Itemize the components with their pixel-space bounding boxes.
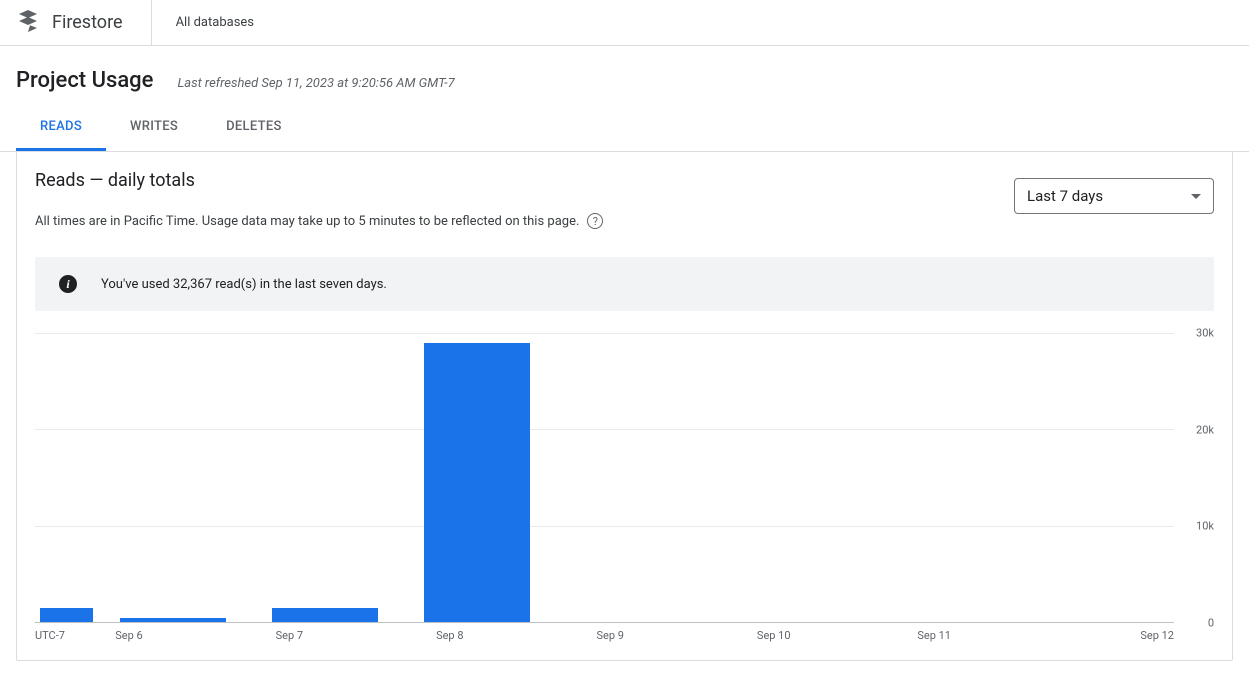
chart-x-tick: Sep 10 — [757, 629, 917, 642]
chart-bar-slot — [35, 333, 111, 622]
chart-bar-slot — [263, 333, 415, 622]
chart-y-tick: 10k — [1190, 520, 1214, 533]
card-title: Reads — daily totals — [35, 170, 1014, 191]
chart-x-tick: Sep 9 — [596, 629, 756, 642]
firestore-logo-icon — [16, 9, 40, 37]
chart-bar — [120, 618, 226, 622]
chart-x-tick: Sep 11 — [917, 629, 1077, 642]
chart-x-tick: Sep 12 — [1078, 629, 1174, 642]
chart-x-axis: UTC-7Sep 6Sep 7Sep 8Sep 9Sep 10Sep 11Sep… — [35, 629, 1214, 642]
chart-bar-slot — [567, 333, 719, 622]
chart-x-tick: Sep 6 — [115, 629, 275, 642]
chart-x-tick: Sep 7 — [276, 629, 436, 642]
chart-bar-slot — [415, 333, 567, 622]
chart-x-tick: Sep 8 — [436, 629, 596, 642]
info-icon: i — [59, 275, 77, 293]
reads-chart: 010k20k30k — [35, 333, 1214, 623]
page-title: Project Usage — [16, 68, 153, 93]
breadcrumb-all-databases[interactable]: All databases — [176, 15, 254, 30]
chart-bar — [272, 608, 378, 622]
time-range-label: Last 7 days — [1027, 187, 1103, 205]
usage-info-banner: i You've used 32,367 read(s) in the last… — [35, 257, 1214, 311]
chart-bar-slot — [1022, 333, 1174, 622]
usage-tabs: READS WRITES DELETES — [0, 119, 1249, 152]
usage-info-text: You've used 32,367 read(s) in the last s… — [101, 277, 387, 292]
app-header: Firestore All databases — [0, 0, 1249, 46]
chart-y-axis: 010k20k30k — [1174, 333, 1214, 623]
product-name: Firestore — [52, 12, 123, 33]
tab-reads[interactable]: READS — [16, 119, 106, 151]
chevron-down-icon — [1191, 194, 1201, 199]
tab-writes[interactable]: WRITES — [106, 119, 202, 151]
chart-y-tick: 30k — [1190, 327, 1214, 340]
chart-y-tick: 20k — [1190, 423, 1214, 436]
help-icon[interactable]: ? — [587, 213, 603, 229]
page-header: Project Usage Last refreshed Sep 11, 202… — [0, 46, 1249, 93]
chart-bar — [40, 608, 93, 622]
chart-bar-slot — [111, 333, 263, 622]
time-range-select[interactable]: Last 7 days — [1014, 178, 1214, 214]
product-block: Firestore — [16, 0, 152, 45]
chart-bar-slot — [870, 333, 1022, 622]
tab-deletes[interactable]: DELETES — [202, 119, 306, 151]
chart-bars-row — [35, 333, 1174, 622]
chart-y-tick: 0 — [1202, 617, 1214, 630]
usage-card: Reads — daily totals All times are in Pa… — [16, 152, 1233, 661]
chart-x-tick: UTC-7 — [35, 629, 115, 642]
timezone-note: All times are in Pacific Time. Usage dat… — [35, 214, 579, 229]
card-top-row: Reads — daily totals All times are in Pa… — [35, 170, 1214, 229]
chart-bar — [424, 343, 530, 622]
chart-bar-slot — [718, 333, 870, 622]
chart-plot-area — [35, 333, 1174, 623]
last-refreshed-text: Last refreshed Sep 11, 2023 at 9:20:56 A… — [177, 76, 454, 91]
